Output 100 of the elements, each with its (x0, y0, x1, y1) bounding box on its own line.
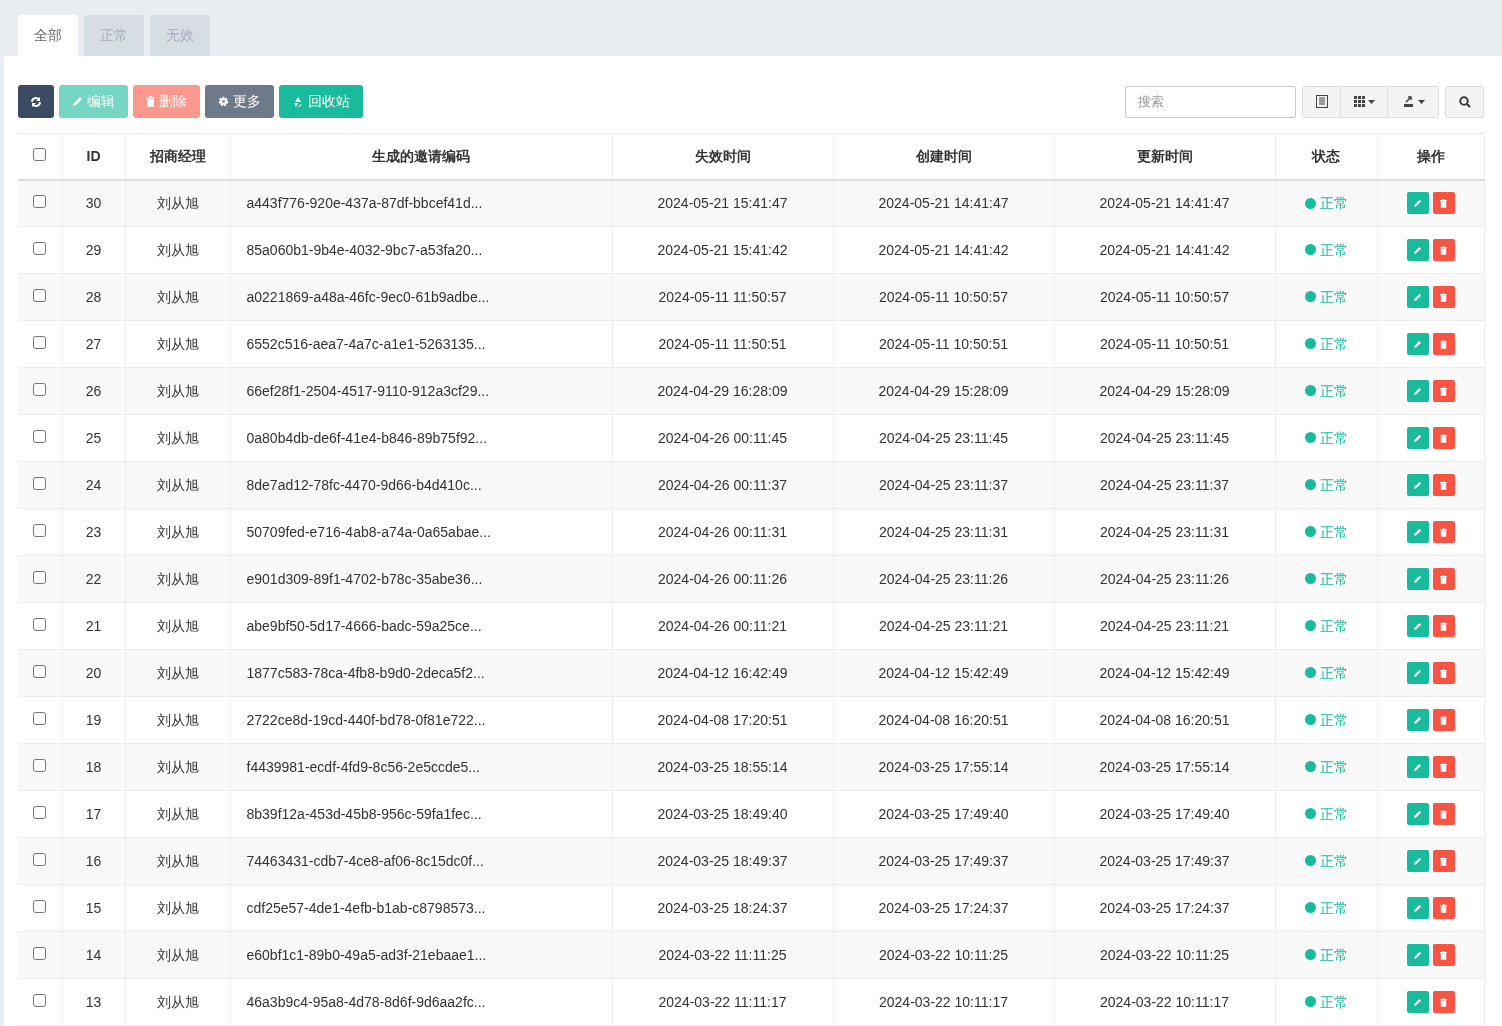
edit-row-button[interactable] (1406, 991, 1429, 1013)
edit-row-button[interactable] (1406, 662, 1429, 684)
row-checkbox[interactable] (33, 383, 47, 396)
manager-cell: 刘从旭 (156, 665, 199, 681)
column-header: 生成的邀请编码 (372, 147, 470, 164)
delete-row-button[interactable] (1432, 521, 1455, 543)
status-text: 正常 (1319, 616, 1348, 636)
delete-row-button[interactable] (1432, 803, 1455, 825)
row-checkbox[interactable] (33, 289, 47, 302)
row-checkbox[interactable] (33, 712, 47, 725)
created-time-cell: 2024-04-25 23:11:21 (879, 618, 1008, 634)
delete-row-button[interactable] (1432, 991, 1455, 1013)
delete-row-button[interactable] (1432, 709, 1455, 731)
delete-row-button[interactable] (1432, 380, 1455, 402)
caret-icon (1367, 99, 1375, 104)
recycle-bin-button[interactable]: 回收站 (279, 85, 363, 118)
created-time-cell: 2024-04-29 15:28:09 (878, 383, 1009, 399)
trash-icon (1440, 621, 1447, 631)
grid-icon (1353, 96, 1365, 107)
edit-row-button[interactable] (1406, 239, 1429, 261)
edit-row-button[interactable] (1406, 521, 1429, 543)
search-field[interactable]: 搜索 (1125, 85, 1296, 118)
expiry-time-cell: 2024-03-25 18:24:37 (657, 900, 788, 916)
edit-row-button[interactable] (1406, 474, 1429, 496)
delete-row-button[interactable] (1432, 850, 1455, 872)
updated-time-cell: 2024-04-12 15:42:49 (1099, 665, 1230, 681)
id-cell: 25 (85, 430, 102, 446)
id-cell: 14 (85, 947, 102, 963)
manager-cell: 刘从旭 (156, 195, 199, 212)
search-button[interactable] (1445, 85, 1484, 118)
more-button[interactable]: 更多 (205, 85, 274, 118)
id-cell: 23 (85, 524, 102, 540)
row-checkbox[interactable] (33, 524, 47, 537)
row-checkbox[interactable] (33, 759, 47, 772)
status-text: 正常 (1319, 475, 1348, 495)
invite-code-cell: 2722ce8d-19cd-440f-bd78-0f81e722... (246, 712, 486, 728)
delete-row-button[interactable] (1432, 897, 1455, 919)
delete-row-button[interactable] (1432, 192, 1455, 215)
manager-cell: 刘从旭 (156, 524, 199, 540)
delete-row-button[interactable] (1432, 474, 1455, 496)
row-checkbox[interactable] (33, 430, 47, 443)
edit-row-button[interactable] (1406, 333, 1429, 355)
edit-row-button[interactable] (1406, 568, 1429, 590)
edit-row-button[interactable] (1406, 944, 1429, 966)
tab[interactable]: 全部 (18, 15, 78, 56)
updated-time-cell: 2024-04-08 16:20:51 (1099, 712, 1230, 728)
pencil-icon (1413, 621, 1422, 631)
trash-icon (1440, 903, 1447, 913)
created-time-cell: 2024-05-21 14:41:42 (878, 242, 1009, 258)
delete-row-button[interactable] (1432, 286, 1455, 308)
status-text: 正常 (1319, 381, 1348, 401)
delete-row-button[interactable] (1432, 944, 1455, 966)
invite-code-cell: 8b39f12a-453d-45b8-956c-59fa1fec... (246, 806, 482, 822)
delete-row-button[interactable] (1432, 568, 1455, 590)
trash-icon (1440, 809, 1447, 819)
row-checkbox[interactable] (33, 853, 47, 866)
edit-row-button[interactable] (1406, 615, 1429, 637)
row-checkbox[interactable] (33, 994, 47, 1007)
edit-row-button[interactable] (1406, 380, 1429, 402)
trash-icon (1440, 433, 1447, 443)
delete-row-button[interactable] (1432, 239, 1455, 261)
row-checkbox[interactable] (33, 242, 47, 255)
select-all-checkbox[interactable] (33, 147, 47, 161)
row-checkbox[interactable] (33, 571, 47, 584)
pencil-icon (1413, 480, 1422, 490)
invite-code-cell: 50709fed-e716-4ab8-a74a-0a65abae... (246, 524, 491, 540)
row-checkbox[interactable] (33, 806, 47, 819)
edit-row-button[interactable] (1406, 803, 1429, 825)
delete-row-button[interactable] (1432, 756, 1455, 778)
row-checkbox[interactable] (33, 336, 47, 349)
delete-row-button[interactable] (1432, 662, 1455, 684)
delete-row-button[interactable] (1432, 333, 1455, 355)
status-text: 正常 (1319, 334, 1348, 354)
delete-row-button[interactable] (1432, 427, 1455, 449)
pencil-icon (1413, 433, 1422, 443)
row-checkbox[interactable] (33, 947, 47, 960)
edit-row-button[interactable] (1406, 756, 1429, 778)
id-cell: 19 (85, 712, 102, 728)
delete-row-button[interactable] (1432, 615, 1455, 637)
created-time-cell: 2024-03-25 17:24:37 (878, 900, 1009, 916)
row-checkbox[interactable] (33, 900, 47, 913)
manager-cell: 刘从旭 (156, 853, 199, 869)
expiry-time-cell: 2024-04-29 16:28:09 (657, 383, 788, 399)
row-checkbox[interactable] (33, 618, 47, 631)
edit-row-button[interactable] (1406, 192, 1429, 215)
row-checkbox[interactable] (33, 195, 47, 209)
edit-row-button[interactable] (1406, 850, 1429, 872)
edit-row-button[interactable] (1406, 286, 1429, 308)
updated-time-cell: 2024-03-25 17:55:14 (1099, 759, 1230, 775)
created-time-cell: 2024-05-11 10:50:57 (879, 289, 1008, 305)
invite-code-cell: 0a80b4db-de6f-41e4-b846-89b75f92... (246, 430, 488, 446)
edit-row-button[interactable] (1406, 709, 1429, 731)
row-checkbox[interactable] (33, 477, 47, 490)
edit-row-button[interactable] (1406, 427, 1429, 449)
manager-cell: 刘从旭 (156, 336, 199, 352)
row-checkbox[interactable] (33, 665, 47, 678)
refresh-button[interactable] (18, 85, 54, 118)
manager-cell: 刘从旭 (156, 383, 199, 399)
trash-icon (1440, 527, 1447, 537)
edit-row-button[interactable] (1406, 897, 1429, 919)
